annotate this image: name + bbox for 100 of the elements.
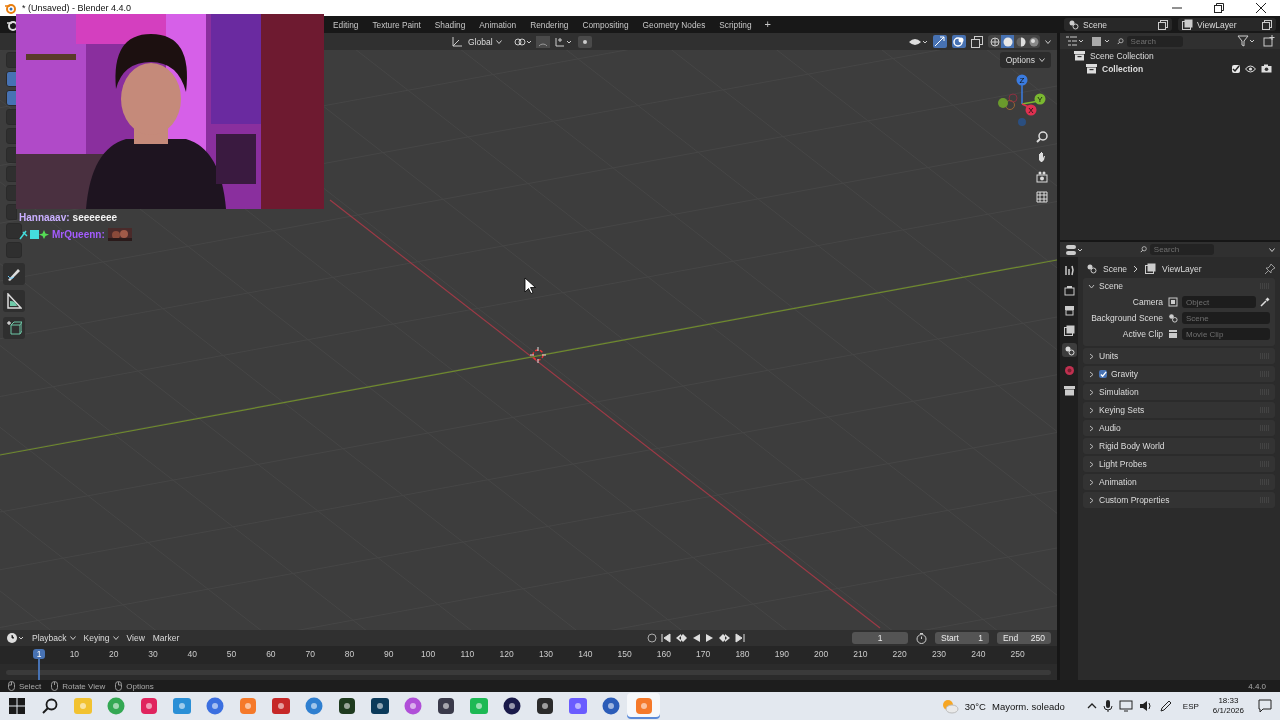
workspace-tab[interactable]: Editing [326,17,366,32]
pin-icon[interactable] [1265,263,1275,274]
chevron-right-icon[interactable] [1088,406,1095,414]
overlay-toggle-icon[interactable] [952,35,966,48]
filter-icon[interactable] [1237,35,1257,47]
transform-orientation-icon[interactable] [451,35,463,48]
chevron-right-icon[interactable] [1088,496,1095,504]
panel-title[interactable]: Simulation [1099,387,1139,397]
shading-mode-button[interactable] [988,35,1001,48]
weather-temperature[interactable]: 30°C [964,700,986,712]
panel-title[interactable]: Scene [1099,281,1124,291]
notification-icon[interactable] [1258,699,1272,713]
collection-tab[interactable] [1061,383,1077,397]
proportional-edit-icon[interactable] [577,35,592,48]
network-icon[interactable] [1118,700,1133,712]
timeline-menu[interactable]: View [126,633,145,643]
measure-ruler-icon[interactable] [3,290,25,312]
chevron-right-icon[interactable] [1088,460,1095,468]
close-icon[interactable] [1256,3,1266,13]
restore-icon[interactable] [1214,3,1224,13]
chevron-right-icon[interactable] [1088,424,1095,432]
object-field[interactable]: Scene [1182,312,1270,324]
chevron-right-icon[interactable] [1088,352,1095,360]
options-dropdown[interactable]: Options [999,52,1051,68]
panel-title[interactable]: Units [1099,351,1119,361]
workspace-tab[interactable]: Rendering [523,17,576,32]
workspace-tab[interactable]: Geometry Nodes [635,17,713,32]
workspace-tab[interactable]: Compositing [575,17,636,32]
gizmo-toggle-icon[interactable] [933,35,947,48]
panel-title[interactable]: Animation [1099,477,1137,487]
timeline-menu[interactable]: Marker [152,633,180,643]
snap-grid-icon[interactable] [554,35,573,48]
snap-icon[interactable] [535,35,550,48]
chevron-right-icon[interactable] [1088,442,1095,450]
add-workspace-button[interactable]: + [758,17,778,32]
object-field[interactable]: Movie Clip [1182,328,1270,340]
camera-icon[interactable] [1261,64,1272,73]
tree-item[interactable]: Collection [1102,63,1144,74]
chevron-right-icon[interactable] [1088,388,1095,396]
panel-title[interactable]: Custom Properties [1099,495,1170,505]
scene-tab[interactable] [1061,343,1077,357]
play-icon[interactable] [704,633,715,643]
caret-icon[interactable] [1269,247,1275,252]
link-icon[interactable] [512,35,531,48]
timeline-menu[interactable]: Playback [32,633,76,643]
shading-mode-button[interactable] [1014,35,1027,48]
workspace-tab[interactable]: Animation [472,17,524,32]
end-frame-field[interactable]: End 250 [997,632,1051,644]
eyedropper-icon[interactable] [1260,297,1270,307]
breadcrumb-item[interactable]: Scene [1103,263,1128,274]
workspace-tab[interactable]: Shading [427,17,473,32]
scrollbar[interactable] [6,669,1051,675]
tree-item[interactable]: Scene Collection [1090,50,1154,61]
windows-start-icon[interactable] [8,698,25,714]
view-layer-tab[interactable] [1061,323,1077,337]
panel-title[interactable]: Audio [1099,423,1121,433]
3d-cursor-icon[interactable] [529,346,547,364]
next-keyframe-icon[interactable] [718,633,731,643]
weather-description[interactable]: Mayorm. soleado [991,700,1065,712]
microphone-icon[interactable] [1102,699,1113,713]
breadcrumb-item[interactable]: ViewLayer [1162,263,1202,274]
hand-icon[interactable] [1036,151,1048,163]
jump-start-icon[interactable] [660,633,671,643]
clock-icon[interactable] [6,632,24,644]
xray-icon[interactable] [971,35,983,48]
filter-mode-icon[interactable] [1091,35,1111,47]
language-indicator[interactable]: ESP [1182,701,1199,711]
stopwatch-icon[interactable] [916,632,927,644]
checkbox[interactable] [1232,64,1240,73]
clock[interactable]: 18:33 6/1/2026 [1212,696,1244,716]
workspace-tab[interactable]: Scripting [712,17,759,32]
start-frame-field[interactable]: Start 1 [935,632,989,644]
annotate-pencil-icon[interactable] [3,263,25,285]
editor-type-icon[interactable] [1065,243,1085,256]
speaker-icon[interactable] [1138,700,1153,712]
panel-title[interactable]: Rigid Body World [1099,441,1165,451]
object-field[interactable]: Object [1182,296,1256,308]
panel-title[interactable]: Gravity [1111,369,1138,379]
shading-mode-button[interactable] [1001,35,1014,48]
search-icon[interactable] [41,698,58,714]
chevron-up-icon[interactable] [1086,702,1097,710]
current-frame-marker[interactable]: 1 [33,649,45,659]
view-layer-selector[interactable]: ViewLayer [1178,18,1276,31]
current-frame-field[interactable]: 1 [852,632,908,644]
scene-selector[interactable]: Scene [1064,18,1172,31]
outliner-display-icon[interactable] [1065,35,1085,47]
panel-title[interactable]: Light Probes [1099,459,1147,469]
new-collection-icon[interactable] [1263,35,1275,47]
caret-icon[interactable] [1045,39,1051,44]
grid-icon[interactable] [1036,191,1048,203]
previous-keyframe-icon[interactable] [674,633,687,643]
search-field[interactable]: Search [1149,244,1214,255]
search-field[interactable]: Search [1126,35,1183,47]
add-cube-icon[interactable] [3,317,25,339]
panel-title[interactable]: Keying Sets [1099,405,1145,415]
timeline-menu[interactable]: Keying [83,633,119,643]
zoom-icon[interactable] [1036,131,1048,143]
record-icon[interactable] [646,633,657,643]
navigation-gizmo[interactable]: Z Y X [997,74,1047,126]
eye-icon[interactable] [1245,64,1256,73]
